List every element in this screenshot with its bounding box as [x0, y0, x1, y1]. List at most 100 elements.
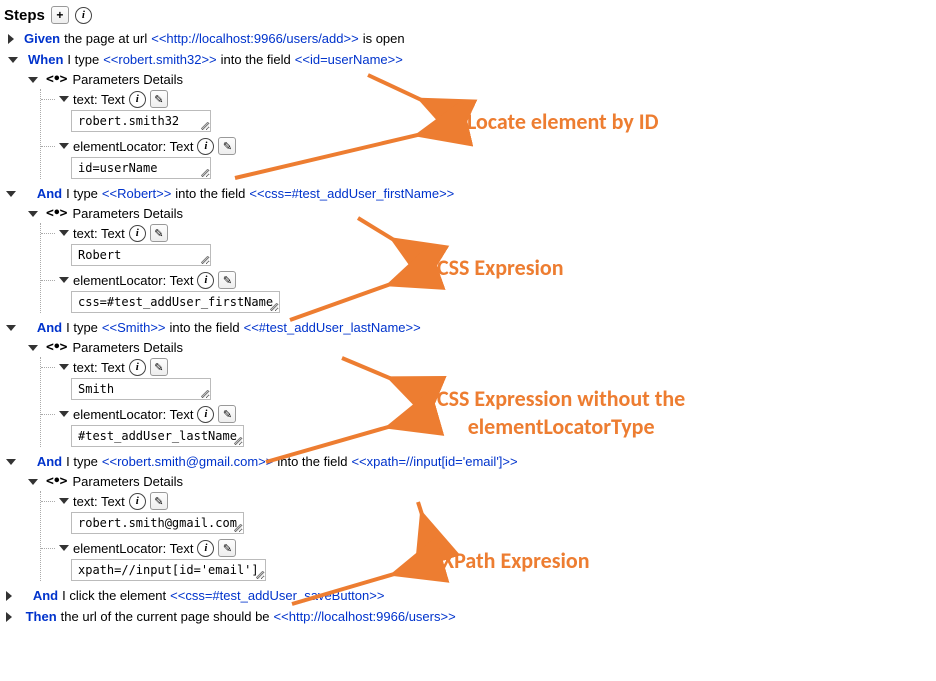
parameters-details-header: <•> Parameters Details — [28, 204, 936, 223]
expand-toggle-icon[interactable] — [59, 411, 69, 417]
step-param[interactable]: <<http://localhost:9966/users/add>> — [151, 31, 358, 46]
info-icon[interactable]: i — [129, 225, 146, 242]
expand-toggle-icon[interactable] — [6, 459, 16, 465]
expand-toggle-icon[interactable] — [6, 325, 16, 331]
parameters-tree: text: Text i✎robert.smith@gmail.comeleme… — [40, 491, 936, 581]
step-param[interactable]: <<xpath=//input[id='email']>> — [351, 454, 517, 469]
step-text: I click the element — [62, 588, 166, 603]
expand-toggle-icon[interactable] — [28, 77, 38, 83]
param-locator-label: elementLocator: Text — [73, 273, 193, 288]
step-param[interactable]: <<id=userName>> — [295, 52, 403, 67]
edit-button[interactable]: ✎ — [218, 271, 236, 289]
add-step-button[interactable]: + — [51, 6, 69, 24]
expand-toggle-icon[interactable] — [59, 545, 69, 551]
step-param[interactable]: <<css=#test_addUser_saveButton>> — [170, 588, 384, 603]
info-icon[interactable]: i — [129, 91, 146, 108]
step-param[interactable]: <<css=#test_addUser_firstName>> — [249, 186, 454, 201]
edit-button[interactable]: ✎ — [150, 90, 168, 108]
step-keyword: And — [22, 588, 58, 603]
expand-toggle-icon[interactable] — [6, 191, 16, 197]
parameters-details-header: <•>Parameters Details — [28, 472, 936, 491]
param-text-row: text: Text i✎ Robert — [41, 223, 936, 266]
param-text-value[interactable]: robert.smith@gmail.com — [71, 512, 244, 534]
info-icon[interactable]: i — [129, 359, 146, 376]
step-text: I type — [67, 52, 99, 67]
parameters-tree: text: Text i✎SmithelementLocator: Text i… — [40, 357, 936, 447]
param-locator-value[interactable]: id=userName — [71, 157, 211, 179]
expand-toggle-icon[interactable] — [28, 345, 38, 351]
code-icon: <•> — [46, 340, 66, 355]
step-text: I type — [66, 186, 98, 201]
edit-button[interactable]: ✎ — [150, 358, 168, 376]
steps-list: Given the page at url <<http://localhost… — [4, 28, 936, 627]
expand-toggle-icon[interactable] — [6, 612, 12, 622]
steps-header: Steps + i — [4, 4, 936, 28]
expand-toggle-icon[interactable] — [59, 96, 69, 102]
edit-button[interactable]: ✎ — [150, 224, 168, 242]
step-text: the url of the current page should be — [61, 609, 270, 624]
step-param[interactable]: <<Smith>> — [102, 320, 166, 335]
step-text: I type — [66, 320, 98, 335]
step-keyword: And — [26, 454, 62, 469]
info-icon[interactable]: i — [197, 272, 214, 289]
expand-toggle-icon[interactable] — [6, 591, 12, 601]
step-text: I type — [66, 454, 98, 469]
param-text-value[interactable]: Smith — [71, 378, 211, 400]
step-text: into the field — [175, 186, 245, 201]
step-keyword: And — [26, 186, 62, 201]
edit-button[interactable]: ✎ — [218, 405, 236, 423]
step-param[interactable]: <<robert.smith@gmail.com>> — [102, 454, 273, 469]
step-param[interactable]: <<http://localhost:9966/users>> — [274, 609, 456, 624]
expand-toggle-icon[interactable] — [28, 211, 38, 217]
param-locator-value[interactable]: css=#test_addUser_firstName — [71, 291, 280, 313]
expand-toggle-icon[interactable] — [8, 57, 18, 63]
step-param[interactable]: <<Robert>> — [102, 186, 171, 201]
step-text: into the field — [277, 454, 347, 469]
step-text: into the field — [170, 320, 240, 335]
param-text-value[interactable]: Robert — [71, 244, 211, 266]
step-param[interactable]: <<#test_addUser_lastName>> — [244, 320, 421, 335]
param-text-row: text: Text i✎robert.smith32 — [41, 89, 936, 132]
edit-button[interactable]: ✎ — [150, 492, 168, 510]
parameters-details-label: Parameters Details — [72, 474, 183, 489]
step-row: And I click the element <<css=#test_addU… — [4, 585, 936, 606]
expand-toggle-icon[interactable] — [59, 143, 69, 149]
step-row: And I type <<Smith>> into the field <<#t… — [4, 317, 936, 338]
param-locator-row: elementLocator: Text i✎ id=userName — [41, 136, 936, 179]
parameters-details-label: Parameters Details — [72, 206, 183, 221]
param-locator-label: elementLocator: Text — [73, 541, 193, 556]
info-icon[interactable]: i — [197, 406, 214, 423]
param-locator-label: elementLocator: Text — [73, 139, 193, 154]
expand-toggle-icon[interactable] — [59, 498, 69, 504]
info-icon[interactable]: i — [197, 540, 214, 557]
step-keyword: Then — [22, 609, 57, 624]
code-icon: <•> — [46, 206, 66, 221]
info-icon[interactable]: i — [75, 7, 92, 24]
code-icon: <•> — [46, 72, 66, 87]
expand-toggle-icon[interactable] — [59, 230, 69, 236]
param-locator-label: elementLocator: Text — [73, 407, 193, 422]
edit-button[interactable]: ✎ — [218, 137, 236, 155]
expand-toggle-icon[interactable] — [28, 479, 38, 485]
param-text-label: text: Text — [73, 226, 125, 241]
param-locator-value[interactable]: #test_addUser_lastName — [71, 425, 244, 447]
info-icon[interactable]: i — [129, 493, 146, 510]
step-text: is open — [363, 31, 405, 46]
step-row: Then the url of the current page should … — [4, 606, 936, 627]
param-locator-value[interactable]: xpath=//input[id='email'] — [71, 559, 266, 581]
step-keyword: And — [26, 320, 62, 335]
expand-toggle-icon[interactable] — [59, 364, 69, 370]
expand-toggle-icon[interactable] — [59, 277, 69, 283]
edit-button[interactable]: ✎ — [218, 539, 236, 557]
param-text-row: text: Text i✎robert.smith@gmail.com — [41, 491, 936, 534]
parameters-tree: text: Text i✎robert.smith32elementLocato… — [40, 89, 936, 179]
steps-title: Steps — [4, 7, 45, 24]
parameters-details-label: Parameters Details — [72, 340, 183, 355]
step-param[interactable]: <<robert.smith32>> — [103, 52, 216, 67]
info-icon[interactable]: i — [197, 138, 214, 155]
parameters-details-header: <•>Parameters Details — [28, 70, 936, 89]
step-row: And I type <<Robert>> into the field <<c… — [4, 183, 936, 204]
expand-toggle-icon[interactable] — [8, 34, 14, 44]
parameters-tree: text: Text i✎RobertelementLocator: Text … — [40, 223, 936, 313]
param-text-value[interactable]: robert.smith32 — [71, 110, 211, 132]
